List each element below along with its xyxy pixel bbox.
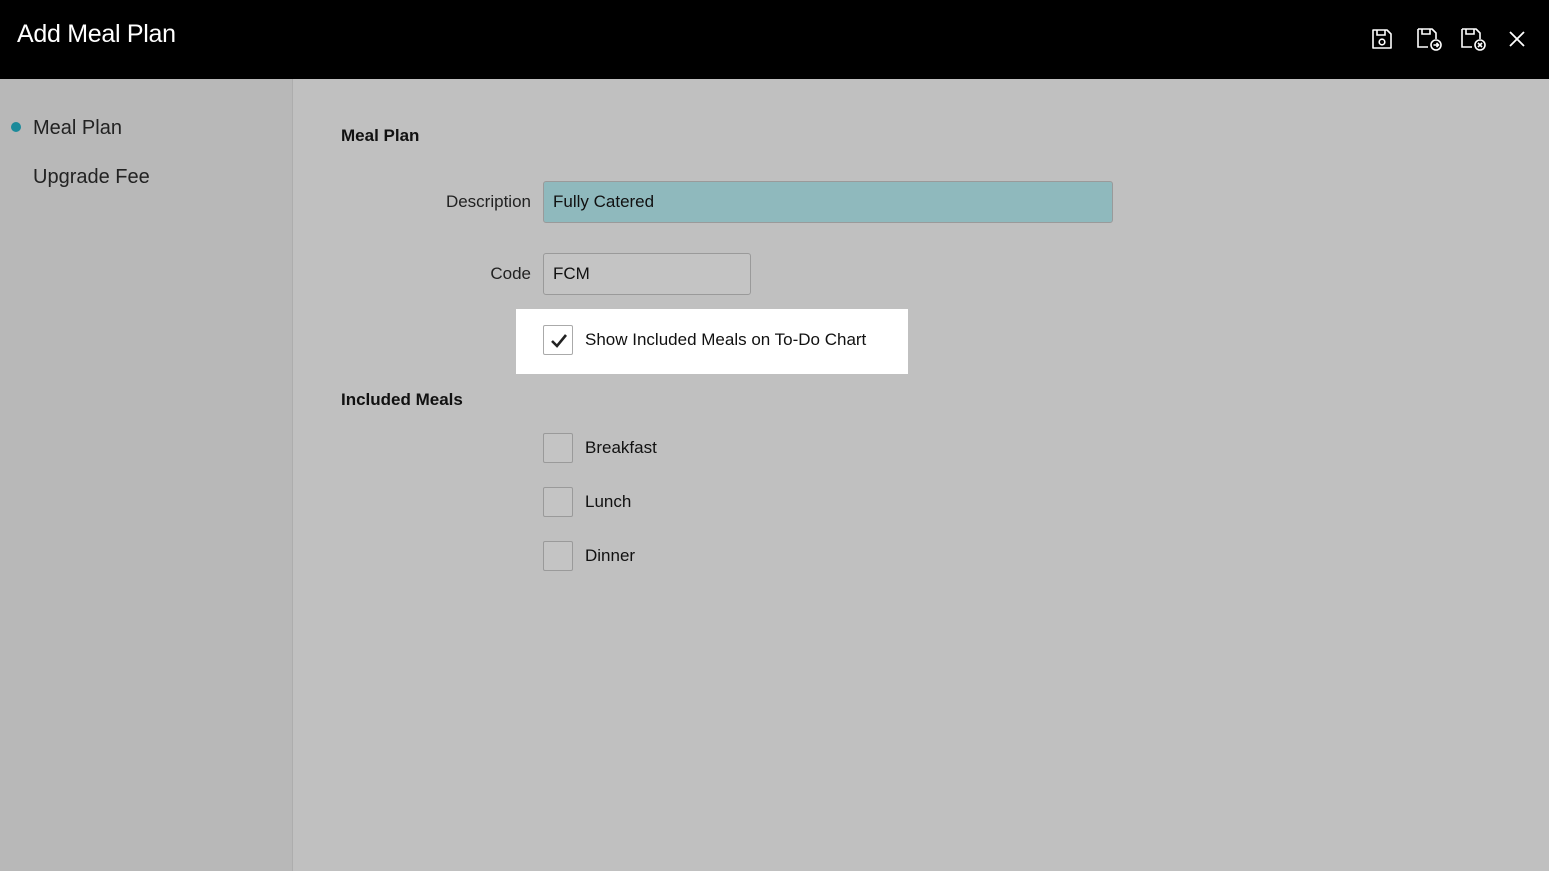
- save-and-new-icon: [1417, 28, 1442, 51]
- breakfast-checkbox[interactable]: [543, 433, 573, 463]
- sidebar-item-upgrade-fee[interactable]: Upgrade Fee: [33, 166, 150, 189]
- description-label: Description: [445, 192, 531, 211]
- section-title-included-meals: Included Meals: [341, 390, 463, 409]
- dinner-checkbox[interactable]: [543, 541, 573, 571]
- lunch-label: Lunch: [585, 492, 632, 511]
- sidebar-item-meal-plan[interactable]: Meal Plan: [33, 117, 122, 140]
- code-input[interactable]: [543, 253, 751, 295]
- show-meals-label: Show Included Meals on To-Do Chart: [585, 330, 867, 349]
- close-button[interactable]: [1502, 24, 1532, 54]
- window-title: Add Meal Plan: [17, 20, 176, 48]
- show-meals-checkbox[interactable]: [543, 325, 573, 355]
- code-label: Code: [490, 264, 531, 283]
- lunch-checkbox[interactable]: [543, 487, 573, 517]
- checkmark-icon: [551, 334, 568, 348]
- sidebar: Meal Plan Upgrade Fee: [0, 79, 293, 871]
- save-and-new-button[interactable]: [1414, 24, 1444, 54]
- save-and-close-icon: [1461, 28, 1486, 51]
- close-icon: [1509, 31, 1525, 47]
- save-button[interactable]: [1367, 24, 1397, 54]
- active-indicator-dot: [11, 122, 21, 132]
- description-input[interactable]: [543, 181, 1113, 223]
- dinner-label: Dinner: [585, 546, 636, 565]
- section-title-meal-plan: Meal Plan: [341, 126, 420, 145]
- save-icon: [1372, 29, 1392, 49]
- title-bar: Add Meal Plan: [0, 0, 1549, 79]
- save-and-close-button[interactable]: [1458, 24, 1488, 54]
- breakfast-label: Breakfast: [585, 438, 657, 457]
